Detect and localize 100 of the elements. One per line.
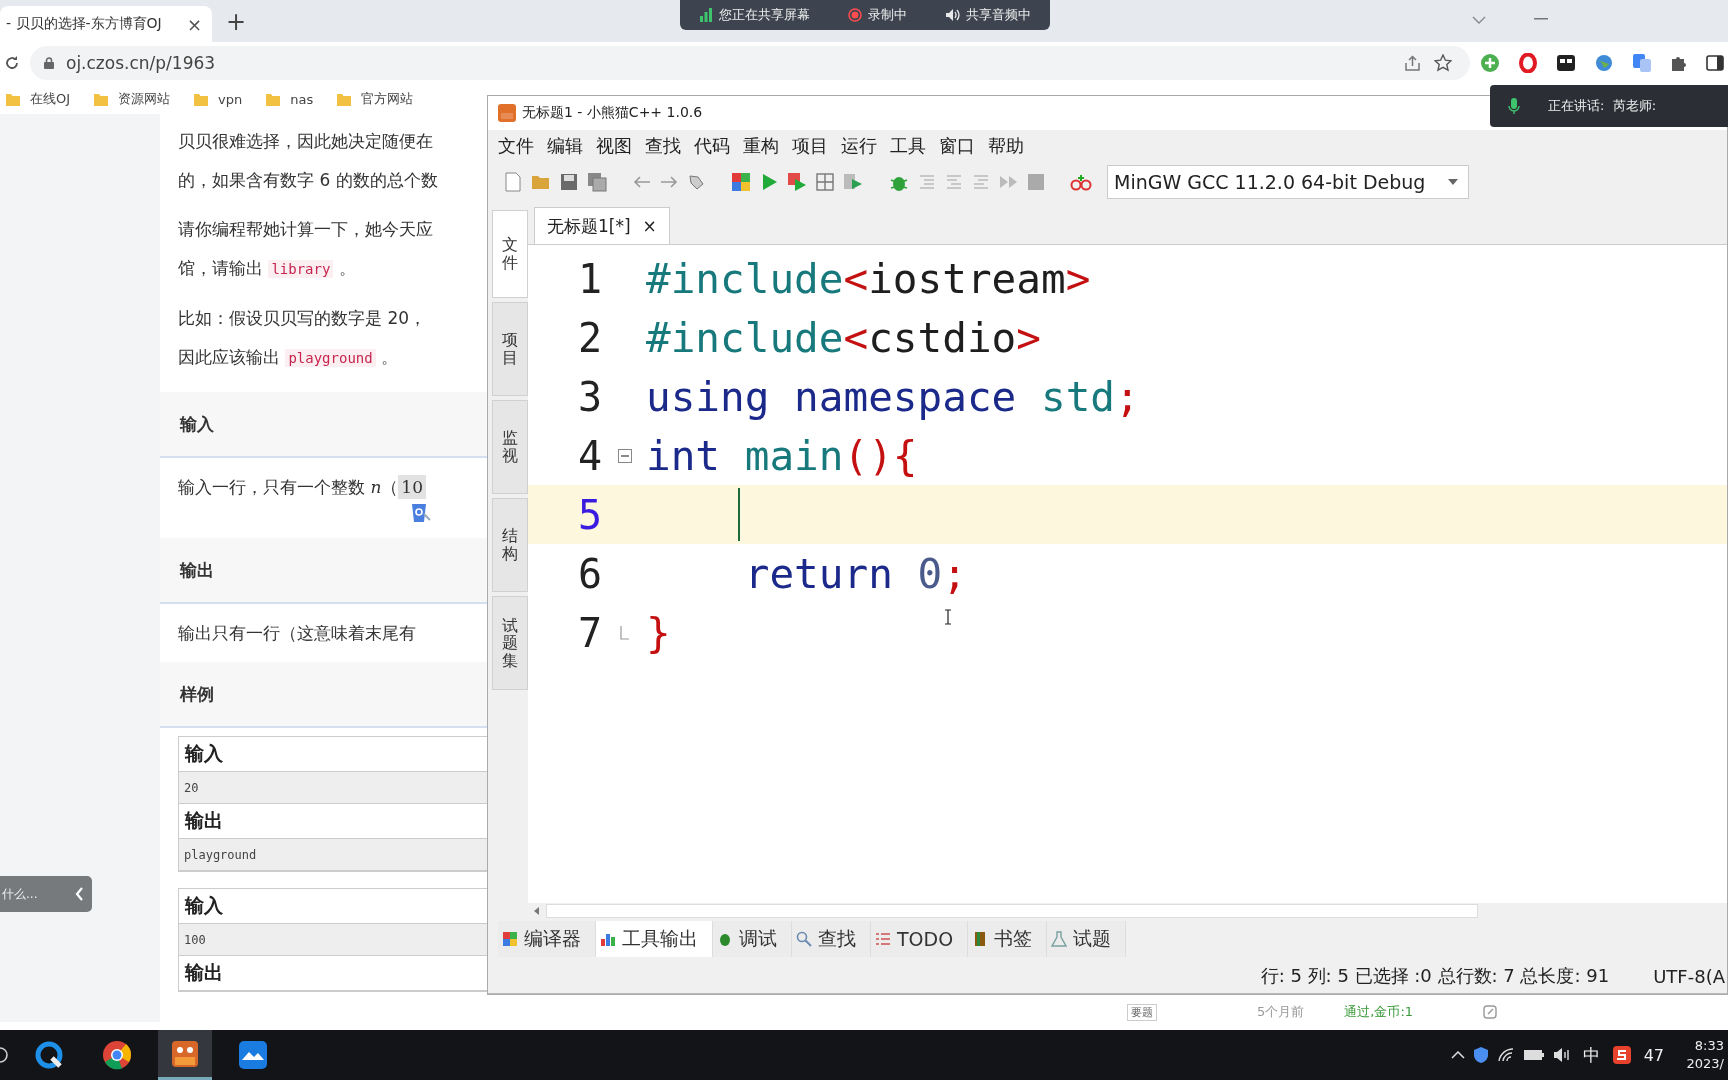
record-result: 通过,金币:1 [1344, 1003, 1414, 1021]
chevron-up-icon[interactable] [1450, 1051, 1465, 1059]
line-number: 2 [576, 314, 602, 361]
panda-icon [170, 1038, 200, 1069]
code-line: #include<cstdio> [646, 313, 1041, 362]
chevron-left-icon [75, 887, 84, 901]
play-icon[interactable] [760, 173, 778, 191]
share-icon[interactable] [1404, 55, 1422, 71]
bottom-panel-tab[interactable]: 编译器 [498, 921, 596, 957]
record-button[interactable]: 要题 [1127, 1003, 1157, 1021]
bottom-panel-tab[interactable]: 查找 [792, 921, 871, 957]
side-tab[interactable]: 项目 [492, 302, 528, 396]
code-line: #include<iostream> [646, 254, 1091, 303]
flask-icon [1051, 931, 1068, 947]
minimize-icon[interactable] [1534, 18, 1548, 20]
compile-run-icon[interactable] [787, 172, 807, 192]
new-tab-button[interactable]: + [226, 8, 247, 36]
globe-icon[interactable] [1594, 53, 1614, 73]
bottom-panel-tab[interactable]: 书签 [968, 921, 1048, 957]
menu-item[interactable]: 文件 [498, 134, 534, 158]
browser-tab[interactable]: - 贝贝的选择-东方博育OJ × [0, 6, 212, 42]
puzzle-icon[interactable] [1670, 54, 1688, 72]
page-play-icon[interactable] [843, 173, 863, 191]
speaker-icon[interactable] [1552, 1047, 1571, 1063]
line-number: 1 [576, 255, 602, 302]
open-folder-icon[interactable] [531, 173, 551, 191]
mountain-icon [238, 1040, 268, 1070]
problem-text: 比如：假设贝贝写的数字是 20， [178, 307, 428, 330]
folder-icon [94, 92, 109, 106]
horizontal-scrollbar[interactable] [528, 903, 1727, 919]
save-all-icon[interactable] [587, 172, 607, 192]
wifi-icon[interactable] [1496, 1047, 1515, 1063]
menu-item[interactable]: 窗口 [939, 134, 975, 158]
bookmark[interactable]: 资源网站 [94, 90, 171, 108]
address-bar[interactable]: oj.czos.cn/p/1963 [30, 46, 1470, 80]
close-button[interactable]: × [642, 216, 657, 236]
menu-item[interactable]: 重构 [743, 134, 779, 158]
side-tab[interactable]: 结构 [492, 498, 528, 592]
right-arrow-icon[interactable] [660, 176, 678, 188]
code-line: } [646, 608, 671, 657]
bottom-panel-tab[interactable]: 调试 [713, 921, 792, 957]
ring-icon[interactable] [1518, 53, 1538, 73]
menu-item[interactable]: 运行 [841, 134, 877, 158]
menu-item[interactable]: 视图 [596, 134, 632, 158]
side-panel-tab[interactable]: 什么... [0, 876, 92, 912]
side-tab[interactable]: 文件 [492, 210, 528, 298]
code-line: return 0; [743, 549, 967, 598]
menu-item[interactable]: 查找 [645, 134, 681, 158]
chevron-down-icon[interactable] [1472, 16, 1486, 24]
glasses-icon[interactable] [1070, 173, 1092, 191]
menu-item[interactable]: 项目 [792, 134, 828, 158]
bookmark[interactable]: 在线OJ [6, 90, 71, 108]
reload-icon[interactable] [4, 55, 20, 71]
bottom-panel-tab[interactable]: TODO [871, 921, 969, 957]
star-icon[interactable] [1434, 54, 1452, 72]
line-number: 4 [576, 432, 602, 479]
bookmark[interactable]: 官方网站 [337, 90, 414, 108]
plus-circle-icon[interactable] [1480, 53, 1500, 73]
compiler-dropdown[interactable]: MinGW GCC 11.2.0 64-bit Debug [1107, 165, 1469, 199]
lock-icon [44, 57, 54, 69]
banner-label: 共享音频中 [966, 6, 1031, 24]
problem-text: 因此应该输出 playground 。 [178, 346, 400, 369]
code-line: using namespace std; [646, 372, 1140, 421]
save-icon[interactable] [560, 173, 578, 191]
color-grid-icon[interactable] [731, 172, 751, 192]
grid-icon[interactable] [1556, 53, 1576, 73]
magnifier-icon [796, 931, 812, 947]
folder-icon [194, 92, 209, 106]
section-heading: 样例 [160, 662, 487, 728]
fold-icon[interactable] [618, 448, 632, 463]
menu-item[interactable]: 编辑 [547, 134, 583, 158]
s-logo-icon[interactable] [1611, 1045, 1632, 1065]
translate-icon[interactable] [410, 502, 432, 524]
speaking-label: 正在讲话: 芮老师: [1548, 97, 1657, 115]
side-tab[interactable]: 监视 [492, 400, 528, 494]
input-method-indicator[interactable]: 中 [1582, 1043, 1600, 1067]
q-ring-icon [34, 1040, 64, 1070]
tag-icon[interactable] [687, 173, 705, 191]
file-tab[interactable]: 无标题1[*] × [534, 207, 670, 244]
bottom-panel-tab[interactable]: 试题 [1047, 921, 1127, 957]
shield-icon[interactable] [1472, 1046, 1489, 1064]
taskbar-app[interactable] [158, 1030, 212, 1080]
notification-count[interactable]: 47 [1643, 1045, 1664, 1065]
close-button[interactable]: × [186, 13, 202, 35]
menu-item[interactable]: 帮助 [988, 134, 1024, 158]
sidebar-icon[interactable] [1706, 54, 1724, 72]
translate-icon[interactable] [1632, 53, 1652, 73]
side-tab[interactable]: 试题集 [492, 596, 528, 690]
table-icon[interactable] [816, 173, 834, 191]
battery-icon[interactable] [1522, 1049, 1545, 1061]
bottom-panel-tab[interactable]: 工具输出 [596, 921, 713, 957]
bookmark[interactable]: vpn [194, 91, 243, 107]
clock-time: 8:33 [1694, 1037, 1724, 1055]
left-arrow-icon[interactable] [633, 176, 651, 188]
edit-icon[interactable] [1483, 1005, 1498, 1019]
section-text: 输入一行，只有一个整数 n（ 10 [160, 458, 487, 502]
scroll-left-icon[interactable] [534, 907, 540, 915]
bookmark[interactable]: nas [266, 91, 314, 107]
menu-item[interactable]: 工具 [890, 134, 926, 158]
menu-item[interactable]: 代码 [694, 134, 730, 158]
